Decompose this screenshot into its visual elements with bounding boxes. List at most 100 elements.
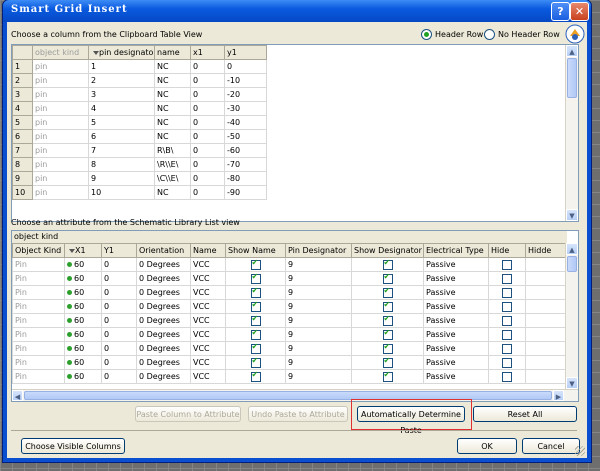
name-cell[interactable]: VCC xyxy=(190,369,226,384)
checkbox[interactable] xyxy=(382,357,393,368)
y1-cell[interactable]: 0 xyxy=(101,285,137,300)
object-kind-cell[interactable]: Pin xyxy=(12,271,65,286)
name-cell[interactable]: NC xyxy=(154,87,191,102)
x1-cell[interactable]: 60 xyxy=(64,341,102,356)
x1-cell[interactable]: 60 xyxy=(64,271,102,286)
col-electrical-type[interactable]: Electrical Type xyxy=(423,243,489,258)
scroll-down-arrow-icon[interactable]: ▼ xyxy=(566,377,578,389)
hide-cell[interactable] xyxy=(488,327,526,342)
checkbox[interactable] xyxy=(502,287,512,298)
y1-cell[interactable]: -50 xyxy=(224,129,267,144)
name-cell[interactable]: VCC xyxy=(190,271,226,286)
col-pin-designator[interactable]: Pin Designator xyxy=(285,243,352,258)
x1-cell[interactable]: 0 xyxy=(190,73,225,88)
orientation-cell[interactable]: 0 Degrees xyxy=(136,299,191,314)
name-cell[interactable]: VCC xyxy=(190,299,226,314)
y1-cell[interactable]: -20 xyxy=(224,87,267,102)
checkbox[interactable] xyxy=(250,273,261,284)
y1-cell[interactable]: 0 xyxy=(101,355,137,370)
checkbox[interactable] xyxy=(382,315,393,326)
name-cell[interactable]: NC xyxy=(154,185,191,200)
electrical-type-cell[interactable]: Passive xyxy=(423,271,489,286)
name-cell[interactable]: R\B\ xyxy=(154,143,191,158)
object-kind-cell[interactable]: pin xyxy=(32,59,89,74)
scroll-thumb[interactable] xyxy=(567,256,577,272)
object-kind-cell[interactable]: Pin xyxy=(12,257,65,272)
name-cell[interactable]: NC xyxy=(154,59,191,74)
x1-cell[interactable]: 0 xyxy=(190,115,225,130)
checkbox[interactable] xyxy=(382,273,393,284)
meta-x1[interactable]: x1 xyxy=(190,45,225,60)
show-name-cell[interactable] xyxy=(225,285,286,300)
scroll-left-arrow-icon[interactable]: ◀ xyxy=(12,390,23,401)
table-row[interactable]: 5 pin 5 NC 0 -40 xyxy=(12,115,267,130)
electrical-type-cell[interactable]: Passive xyxy=(423,257,489,272)
row-number[interactable]: 2 xyxy=(12,73,33,88)
checkbox[interactable] xyxy=(502,301,512,312)
checkbox[interactable] xyxy=(382,371,393,382)
checkbox[interactable] xyxy=(250,371,261,382)
y1-cell[interactable]: 0 xyxy=(101,369,137,384)
x1-cell[interactable]: 60 xyxy=(64,355,102,370)
col-name[interactable]: Name xyxy=(190,243,226,258)
hide-cell[interactable] xyxy=(488,271,526,286)
orientation-cell[interactable]: 0 Degrees xyxy=(136,285,191,300)
x1-cell[interactable]: 60 xyxy=(64,369,102,384)
y1-cell[interactable]: 0 xyxy=(101,257,137,272)
pin-designator-cell[interactable]: 9 xyxy=(285,355,352,370)
name-cell[interactable]: VCC xyxy=(190,313,226,328)
hide-cell[interactable] xyxy=(488,257,526,272)
y1-cell[interactable]: -60 xyxy=(224,143,267,158)
hide-cell[interactable] xyxy=(488,313,526,328)
attribute-vertical-scrollbar[interactable]: ▲ ▼ xyxy=(565,243,578,389)
no-header-row-radio-dot[interactable] xyxy=(484,29,495,40)
checkbox[interactable] xyxy=(502,273,512,284)
row-number[interactable]: 1 xyxy=(12,59,33,74)
table-row[interactable]: 3 pin 3 NC 0 -20 xyxy=(12,87,267,102)
electrical-type-cell[interactable]: Passive xyxy=(423,299,489,314)
object-kind-cell[interactable]: pin xyxy=(32,157,89,172)
y1-cell[interactable]: -10 xyxy=(224,73,267,88)
x1-cell[interactable]: 0 xyxy=(190,171,225,186)
x1-cell[interactable]: 0 xyxy=(190,157,225,172)
col-show-name[interactable]: Show Name xyxy=(225,243,286,258)
object-kind-cell[interactable]: pin xyxy=(32,143,89,158)
name-cell[interactable]: NC xyxy=(154,129,191,144)
object-kind-cell[interactable]: Pin xyxy=(12,327,65,342)
meta-y1[interactable]: y1 xyxy=(224,45,267,60)
show-name-cell[interactable] xyxy=(225,271,286,286)
object-kind-cell[interactable]: pin xyxy=(32,87,89,102)
name-cell[interactable]: NC xyxy=(154,115,191,130)
meta-object-kind[interactable]: object kind xyxy=(32,45,89,60)
table-row[interactable]: Pin 60 0 0 Degrees VCC 9 Passive xyxy=(12,257,578,272)
table-row[interactable]: 4 pin 4 NC 0 -30 xyxy=(12,101,267,116)
pin-designator-cell[interactable]: 8 xyxy=(88,157,155,172)
pin-designator-cell[interactable]: 9 xyxy=(285,299,352,314)
table-row[interactable]: 9 pin 9 \C\\E\ 0 -80 xyxy=(12,171,267,186)
row-number[interactable]: 3 xyxy=(12,87,33,102)
checkbox[interactable] xyxy=(382,287,393,298)
pin-designator-cell[interactable]: 1 xyxy=(88,59,155,74)
show-name-cell[interactable] xyxy=(225,327,286,342)
col-y1[interactable]: Y1 xyxy=(101,243,137,258)
object-kind-cell[interactable]: pin xyxy=(32,129,89,144)
col-hide[interactable]: Hide xyxy=(488,243,526,258)
show-name-cell[interactable] xyxy=(225,355,286,370)
scroll-up-arrow-icon[interactable]: ▲ xyxy=(566,45,578,57)
electrical-type-cell[interactable]: Passive xyxy=(423,341,489,356)
table-row[interactable]: Pin 60 0 0 Degrees VCC 9 Passive xyxy=(12,341,578,356)
object-kind-cell[interactable]: pin xyxy=(32,73,89,88)
table-row[interactable]: 6 pin 6 NC 0 -50 xyxy=(12,129,267,144)
pin-designator-cell[interactable]: 7 xyxy=(88,143,155,158)
cancel-button[interactable]: Cancel xyxy=(522,438,580,454)
automatically-determine-paste-button[interactable]: Automatically Determine Paste xyxy=(357,406,465,435)
checkbox[interactable] xyxy=(502,343,512,354)
pin-designator-cell[interactable]: 5 xyxy=(88,115,155,130)
title-bar[interactable]: Smart Grid Insert ? ✕ xyxy=(3,0,591,22)
checkbox[interactable] xyxy=(502,329,512,340)
header-row-radio-dot[interactable] xyxy=(421,29,432,40)
pin-designator-cell[interactable]: 9 xyxy=(285,313,352,328)
show-name-cell[interactable] xyxy=(225,341,286,356)
y1-cell[interactable]: 0 xyxy=(224,59,267,74)
electrical-type-cell[interactable]: Passive xyxy=(423,327,489,342)
